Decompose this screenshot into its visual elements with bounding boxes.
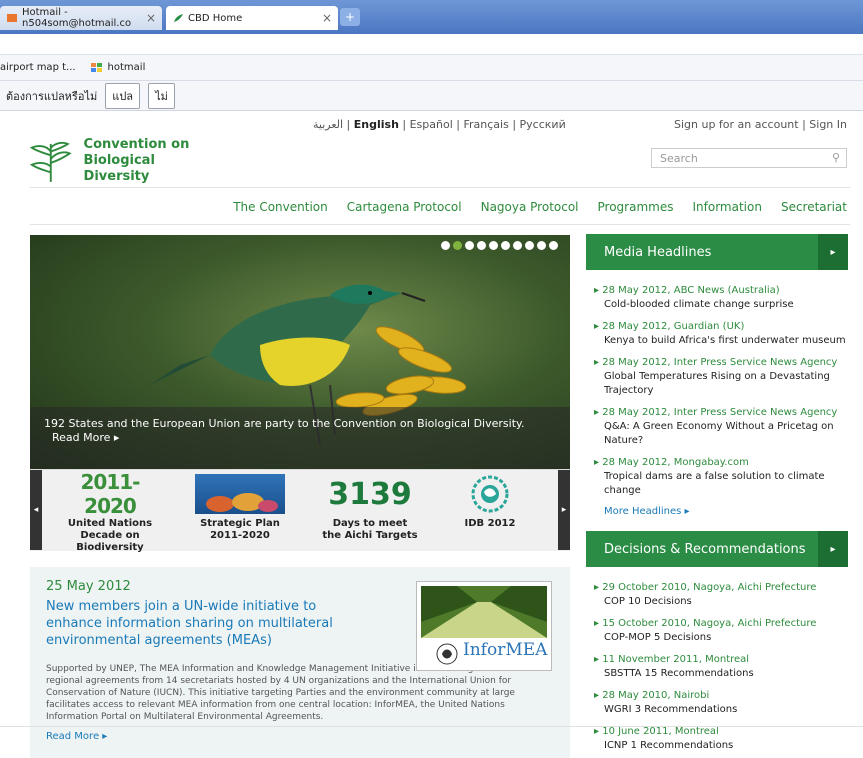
bookmark-label: hotmail bbox=[107, 62, 146, 73]
bookmarks-bar: airport map t... hotmail bbox=[0, 55, 863, 81]
thumb-idb-2012[interactable]: IDB 2012 bbox=[426, 474, 554, 550]
cbd-logo[interactable]: Convention on Biological Diversity bbox=[28, 136, 218, 186]
nav-nagoya-protocol[interactable]: Nagoya Protocol bbox=[481, 200, 579, 214]
lang-arabic[interactable]: العربية bbox=[313, 118, 343, 131]
sign-in-link[interactable]: Sign In bbox=[809, 118, 847, 131]
right-column: Media Headlines ▸ 28 May 2012, ABC News … bbox=[586, 234, 848, 758]
translate-button[interactable]: แปล bbox=[105, 82, 141, 109]
list-item[interactable]: 28 May 2012, Guardian (UK) Kenya to buil… bbox=[594, 320, 848, 348]
informea-image[interactable]: InforMEA bbox=[416, 581, 552, 671]
coral-reef-image bbox=[195, 474, 285, 514]
no-translate-button[interactable]: ไม่ bbox=[148, 82, 175, 109]
days-counter: 3139 bbox=[328, 476, 412, 512]
hero-read-more-link[interactable]: Read More ▸ bbox=[52, 431, 119, 444]
cbd-favicon-icon bbox=[172, 12, 184, 24]
slide-dot[interactable] bbox=[525, 241, 534, 250]
lang-english[interactable]: English bbox=[354, 118, 399, 131]
hero-caption-text: 192 States and the European Union are pa… bbox=[44, 417, 525, 430]
lang-spanish[interactable]: Español bbox=[410, 118, 453, 131]
logo-text: Convention on Biological Diversity bbox=[83, 137, 190, 184]
tab-cbd-home[interactable]: CBD Home × bbox=[166, 6, 338, 30]
account-links: Sign up for an account | Sign In bbox=[673, 118, 847, 131]
idb-logo-icon bbox=[445, 474, 535, 514]
slide-dot[interactable] bbox=[501, 241, 510, 250]
search-input[interactable]: Search ⚲ bbox=[651, 148, 847, 168]
leaf-logo-icon bbox=[29, 141, 72, 182]
slide-dot[interactable] bbox=[537, 241, 546, 250]
tab-label: Hotmail - n504som@hotmail.co bbox=[22, 7, 132, 29]
search-placeholder: Search bbox=[660, 152, 698, 165]
cbd-page: العربية | English | Español | Français |… bbox=[10, 112, 863, 758]
translate-bar: ต้องการแปลหรือไม่ แปล ไม่ bbox=[0, 81, 863, 111]
nav-the-convention[interactable]: The Convention bbox=[233, 200, 328, 214]
lang-french[interactable]: Français bbox=[463, 118, 508, 131]
slide-dots bbox=[441, 241, 558, 250]
nav-information[interactable]: Information bbox=[692, 200, 761, 214]
chevron-right-icon[interactable]: ▸ bbox=[818, 234, 848, 270]
nav-secretariat[interactable]: Secretariat bbox=[781, 200, 847, 214]
slide-dot[interactable] bbox=[513, 241, 522, 250]
un-decade-logo: 2011-2020 bbox=[80, 470, 141, 518]
bookmark-hotmail[interactable]: hotmail bbox=[90, 62, 146, 74]
close-tab-icon[interactable]: × bbox=[146, 11, 156, 25]
hero-slider[interactable]: 192 States and the European Union are pa… bbox=[30, 235, 570, 469]
informea-label: InforMEA bbox=[463, 640, 548, 660]
list-item[interactable]: 15 October 2010, Nagoya, Aichi Prefectur… bbox=[594, 617, 848, 645]
decisions-title: Decisions & Recommendations bbox=[604, 541, 806, 557]
nav-cartagena-protocol[interactable]: Cartagena Protocol bbox=[347, 200, 462, 214]
list-item[interactable]: 28 May 2012, Mongabay.com Tropical dams … bbox=[594, 456, 848, 498]
list-item[interactable]: 28 May 2012, ABC News (Australia) Cold-b… bbox=[594, 284, 848, 312]
new-tab-button[interactable]: + bbox=[340, 8, 360, 26]
list-item[interactable]: 11 November 2011, Montreal SBSTTA 15 Rec… bbox=[594, 653, 848, 681]
slide-dot[interactable] bbox=[441, 241, 450, 250]
media-headlines-header[interactable]: Media Headlines ▸ bbox=[586, 234, 848, 270]
decisions-header[interactable]: Decisions & Recommendations ▸ bbox=[586, 531, 848, 567]
list-item[interactable]: 28 May 2010, Nairobi WGRI 3 Recommendati… bbox=[594, 689, 848, 717]
more-headlines-link[interactable]: More Headlines ▸ bbox=[586, 506, 848, 517]
media-headlines-list: 28 May 2012, ABC News (Australia) Cold-b… bbox=[586, 270, 848, 498]
nav-programmes[interactable]: Programmes bbox=[598, 200, 674, 214]
translate-question: ต้องการแปลหรือไม่ bbox=[6, 89, 98, 103]
list-item[interactable]: 28 May 2012, Inter Press Service News Ag… bbox=[594, 356, 848, 398]
thumb-strategic-plan[interactable]: Strategic Plan 2011-2020 bbox=[176, 474, 304, 550]
hero-caption: 192 States and the European Union are pa… bbox=[30, 407, 570, 469]
language-selector: العربية | English | Español | Français |… bbox=[313, 118, 566, 131]
featured-news: 25 May 2012 New members join a UN-wide i… bbox=[30, 567, 570, 758]
thumb-aichi-countdown[interactable]: 3139 Days to meet the Aichi Targets bbox=[306, 474, 434, 550]
sign-up-link[interactable]: Sign up for an account bbox=[674, 118, 799, 131]
tab-label: CBD Home bbox=[188, 12, 243, 24]
tab-hotmail[interactable]: Hotmail - n504som@hotmail.co × bbox=[0, 6, 162, 30]
windows-live-icon bbox=[90, 62, 104, 74]
browser-tab-bar: Hotmail - n504som@hotmail.co × CBD Home … bbox=[0, 0, 863, 34]
chevron-right-icon[interactable]: ▸ bbox=[818, 531, 848, 567]
divider bbox=[30, 187, 850, 188]
news-read-more-link[interactable]: Read More ▸ bbox=[46, 731, 554, 742]
hotmail-favicon-icon bbox=[6, 12, 18, 24]
list-item[interactable]: 10 June 2011, Montreal ICNP 1 Recommenda… bbox=[594, 725, 848, 753]
prev-arrow-icon[interactable]: ◂ bbox=[30, 470, 42, 550]
main-nav: The Convention Cartagena Protocol Nagoya… bbox=[233, 200, 847, 214]
slide-dot[interactable] bbox=[549, 241, 558, 250]
list-item[interactable]: 29 October 2010, Nagoya, Aichi Prefectur… bbox=[594, 581, 848, 609]
bookmark-label: airport map t... bbox=[0, 62, 76, 73]
slide-dot[interactable] bbox=[453, 241, 462, 250]
lang-russian[interactable]: Русский bbox=[520, 118, 566, 131]
slide-dot[interactable] bbox=[489, 241, 498, 250]
close-tab-icon[interactable]: × bbox=[322, 11, 332, 25]
bookmark-airport-map[interactable]: airport map t... bbox=[0, 62, 76, 73]
browser-toolbar bbox=[0, 34, 863, 54]
news-title-link[interactable]: New members join a UN-wide initiative to… bbox=[46, 598, 366, 649]
divider bbox=[30, 224, 850, 225]
slide-dot[interactable] bbox=[465, 241, 474, 250]
slide-dot[interactable] bbox=[477, 241, 486, 250]
next-arrow-icon[interactable]: ▸ bbox=[558, 470, 570, 550]
thumbnail-strip: ◂ 2011-2020 United Nations Decade on Bio… bbox=[30, 469, 570, 553]
divider bbox=[0, 726, 863, 727]
thumb-un-decade[interactable]: 2011-2020 United Nations Decade on Biodi… bbox=[46, 470, 174, 553]
media-headlines-title: Media Headlines bbox=[604, 244, 712, 260]
list-item[interactable]: 28 May 2012, Inter Press Service News Ag… bbox=[594, 406, 848, 448]
search-icon[interactable]: ⚲ bbox=[832, 151, 840, 164]
